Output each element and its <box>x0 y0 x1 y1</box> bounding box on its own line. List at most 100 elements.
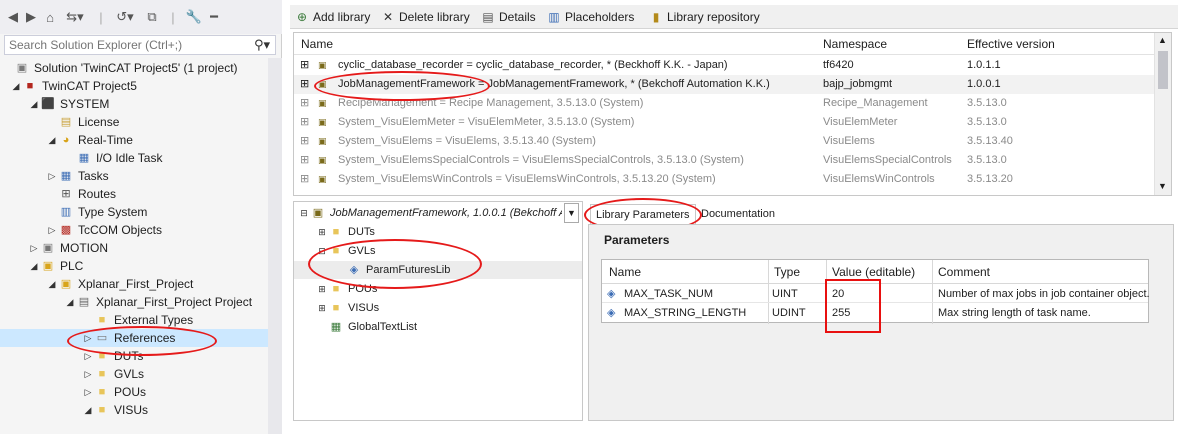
tree-node-routes[interactable]: ⊞ Routes <box>58 185 116 203</box>
library-tree-root[interactable]: ⊟ ▣ JobManagementFramework, 1.0.0.1 (Bek… <box>298 203 580 223</box>
wrench-icon[interactable]: 🔧 <box>186 8 202 26</box>
tree-node-plc[interactable]: ◢ ▣ PLC <box>28 257 84 275</box>
add-library-button[interactable]: ⊕ Add library <box>294 8 370 26</box>
library-tree-globaltextlist[interactable]: ▦ GlobalTextList <box>328 318 417 336</box>
library-row[interactable]: ⊞ ▣ System_VisuElemsWinControls = VisuEl… <box>294 170 1154 189</box>
tree-node-project[interactable]: ◢ ■ TwinCAT Project5 <box>10 77 137 95</box>
tree-node-realtime[interactable]: ◢ ◕ Real-Time <box>46 131 133 149</box>
tree-node-solution[interactable]: ▣ Solution 'TwinCAT Project5' (1 project… <box>2 59 238 77</box>
tree-node-io-idle-task[interactable]: ▦ I/O Idle Task <box>76 149 163 167</box>
type-system-icon: ▥ <box>60 206 72 218</box>
search-icon[interactable]: ⚲▾ <box>254 37 270 53</box>
tree-node-gvls[interactable]: ▷ ■ GVLs <box>82 365 144 383</box>
library-list-header: Name Namespace Effective version <box>294 33 1154 55</box>
collapse-icon[interactable]: ◢ <box>28 257 40 275</box>
header-param-comment[interactable]: Comment <box>938 265 990 279</box>
task-icon: ▦ <box>78 152 90 164</box>
expand-icon[interactable]: ⊞ <box>300 56 309 75</box>
scroll-up-icon[interactable]: ▲ <box>1158 35 1167 45</box>
collapse-icon[interactable]: ◢ <box>10 77 22 95</box>
separator-icon: | <box>99 9 103 25</box>
library-icon: ▣ <box>318 174 327 184</box>
tree-node-motion[interactable]: ▷ ▣ MOTION <box>28 239 108 257</box>
tree-node-visus[interactable]: ◢ ■ VISUs <box>82 401 148 419</box>
tree-node-system[interactable]: ◢ ⬛ SYSTEM <box>28 95 110 113</box>
placeholders-icon: ▥ <box>548 10 560 24</box>
collapse-icon[interactable]: ◢ <box>46 131 58 149</box>
tree-node-xplanar-project-project[interactable]: ◢ ▤ Xplanar_First_Project Project <box>64 293 253 311</box>
realtime-icon: ◕ <box>62 134 70 146</box>
expand-icon[interactable]: ⊞ <box>316 280 328 298</box>
tree-node-xplanar-project[interactable]: ◢ ▣ Xplanar_First_Project <box>46 275 194 293</box>
column-divider <box>768 260 769 324</box>
search-box: ⚲▾ <box>4 35 276 55</box>
library-icon: ▣ <box>318 136 327 146</box>
library-repository-button[interactable]: ▮ Library repository <box>648 8 760 26</box>
header-param-value[interactable]: Value (editable) <box>832 265 915 279</box>
solution-explorer-toolbar: ◀ ▶ ⌂ ⇆▾ | ↺▾ ⧉ | 🔧 ━ <box>0 0 282 34</box>
library-repository-icon: ▮ <box>652 10 660 24</box>
header-param-name[interactable]: Name <box>609 265 641 279</box>
library-list: Name Namespace Effective version ⊞ ▣ cyc… <box>293 32 1172 196</box>
project-file-icon: ▤ <box>78 296 90 308</box>
folder-icon: ■ <box>98 386 106 398</box>
tree-node-tccom-objects[interactable]: ▷ ▩ TcCOM Objects <box>46 221 162 239</box>
expand-icon[interactable]: ▷ <box>82 383 94 401</box>
expand-icon[interactable]: ▷ <box>46 221 58 239</box>
expand-icon[interactable]: ⊞ <box>316 299 328 317</box>
expand-icon[interactable]: ⊞ <box>300 151 309 170</box>
collapse-all-icon[interactable]: ⧉ <box>144 8 160 26</box>
header-namespace[interactable]: Namespace <box>823 37 887 51</box>
collapse-icon[interactable]: ◢ <box>46 275 58 293</box>
library-row[interactable]: ⊞ ▣ System_VisuElemsSpecialControls = Vi… <box>294 151 1154 170</box>
details-icon: ▤ <box>482 10 494 24</box>
expand-icon[interactable]: ⊞ <box>300 113 309 132</box>
library-content-tree: ⊟ ▣ JobManagementFramework, 1.0.0.1 (Bek… <box>293 201 583 421</box>
text-list-icon: ▦ <box>330 321 342 333</box>
scroll-down-icon[interactable]: ▼ <box>1158 181 1167 191</box>
highlight-box-values <box>825 279 881 333</box>
tree-node-tasks[interactable]: ▷ ▦ Tasks <box>46 167 109 185</box>
dropdown-icon[interactable]: ▼ <box>564 203 579 223</box>
header-name[interactable]: Name <box>301 37 333 51</box>
back-icon[interactable]: ◀ <box>6 8 20 26</box>
forward-icon[interactable]: ▶ <box>24 8 38 26</box>
highlight-oval-references <box>67 326 217 356</box>
library-list-scrollbar[interactable]: ▲ ▼ <box>1154 33 1171 195</box>
expand-icon[interactable]: ⊞ <box>316 223 328 241</box>
library-tree-visus[interactable]: ⊞ ■ VISUs <box>316 299 379 317</box>
expand-icon[interactable]: ▷ <box>46 167 58 185</box>
expand-icon[interactable]: ⊞ <box>300 94 309 113</box>
expand-icon[interactable]: ▷ <box>28 239 40 257</box>
collapse-icon[interactable]: ⊟ <box>298 204 310 222</box>
tab-documentation[interactable]: Documentation <box>696 204 780 225</box>
tree-node-license[interactable]: ▤ License <box>58 113 120 131</box>
delete-library-button[interactable]: ✕ Delete library <box>380 8 470 26</box>
search-input[interactable] <box>5 36 253 54</box>
library-tree-duts[interactable]: ⊞ ■ DUTs <box>316 223 375 241</box>
details-button[interactable]: ▤ Details <box>480 8 535 26</box>
collapse-icon[interactable]: ◢ <box>64 293 76 311</box>
dash-icon[interactable]: ━ <box>206 8 222 26</box>
expand-icon[interactable]: ⊞ <box>300 132 309 151</box>
scroll-thumb[interactable] <box>1158 51 1168 89</box>
history-icon[interactable]: ↺▾ <box>110 8 140 26</box>
home-icon[interactable]: ⌂ <box>42 8 58 26</box>
library-icon: ▣ <box>312 207 324 219</box>
tree-node-pous[interactable]: ▷ ■ POUs <box>82 383 146 401</box>
expand-icon[interactable]: ▷ <box>82 365 94 383</box>
expand-icon[interactable]: ⊞ <box>300 75 309 94</box>
solution-explorer-scrollbar[interactable] <box>268 58 282 434</box>
sync-icon[interactable]: ⇆▾ <box>62 8 88 26</box>
expand-icon[interactable]: ⊞ <box>300 170 309 189</box>
header-effective-version[interactable]: Effective version <box>967 37 1055 51</box>
collapse-icon[interactable]: ◢ <box>28 95 40 113</box>
collapse-icon[interactable]: ◢ <box>82 401 94 419</box>
placeholders-button[interactable]: ▥ Placeholders <box>546 8 634 26</box>
solution-icon: ▣ <box>16 62 28 74</box>
library-row[interactable]: ⊞ ▣ System_VisuElems = VisuElems, 3.5.13… <box>294 132 1154 151</box>
library-row[interactable]: ⊞ ▣ System_VisuElemMeter = VisuElemMeter… <box>294 113 1154 132</box>
header-param-type[interactable]: Type <box>774 265 800 279</box>
tree-node-type-system[interactable]: ▥ Type System <box>58 203 148 221</box>
plc-icon: ▣ <box>42 260 54 272</box>
